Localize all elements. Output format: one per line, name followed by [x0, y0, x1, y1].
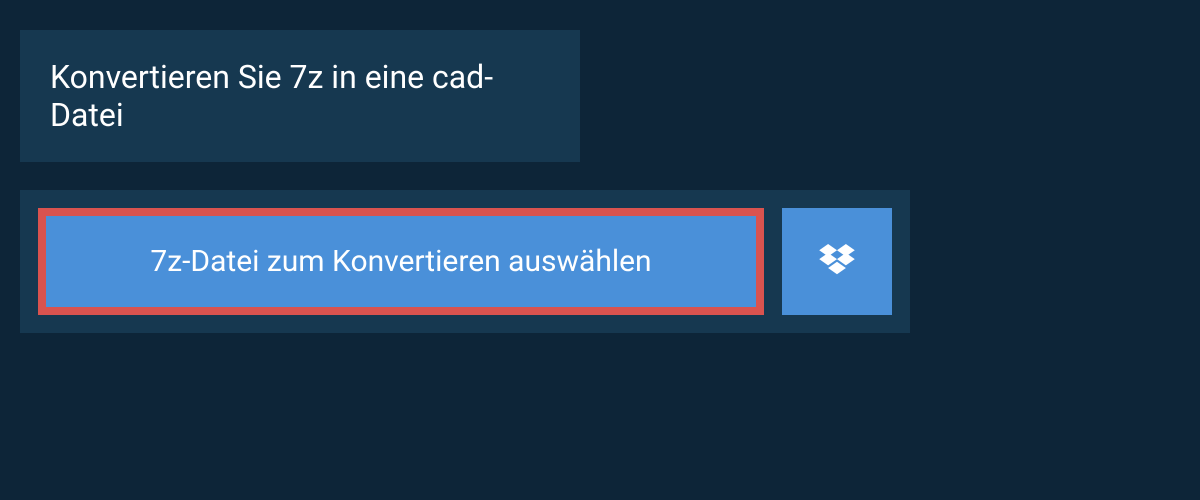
dropbox-icon: [819, 244, 855, 280]
select-file-label: 7z-Datei zum Konvertieren auswählen: [150, 244, 651, 279]
dropbox-button[interactable]: [782, 208, 892, 315]
header-bar: Konvertieren Sie 7z in eine cad-Datei: [20, 30, 580, 162]
select-file-button[interactable]: 7z-Datei zum Konvertieren auswählen: [38, 208, 764, 315]
action-panel: 7z-Datei zum Konvertieren auswählen: [20, 190, 910, 333]
page-title: Konvertieren Sie 7z in eine cad-Datei: [50, 58, 550, 134]
